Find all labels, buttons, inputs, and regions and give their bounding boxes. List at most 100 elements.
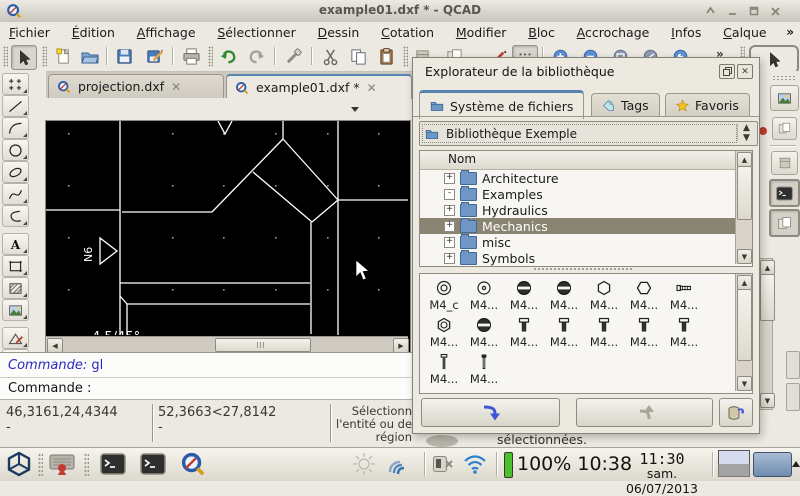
brightness-icon[interactable] [352,452,376,476]
scroll-up-arrow[interactable]: ▲ [737,152,752,167]
toolbar-handle[interactable] [3,46,8,67]
part-item[interactable]: M4... [584,279,624,312]
insert-part-button[interactable] [421,398,560,427]
line-tool[interactable] [2,95,29,117]
redo-button[interactable] [244,45,268,68]
tab-example01[interactable]: example01.dxf * ✕ [226,74,412,99]
qcad-launcher-icon[interactable] [180,451,206,477]
circle-tool[interactable] [2,139,29,161]
vscroll-thumb[interactable] [737,289,752,361]
scroll-up-arrow[interactable]: ▲ [737,275,752,290]
part-item[interactable]: M4... [424,316,464,349]
dialog-splitter[interactable] [533,267,633,272]
tab-projection[interactable]: projection.dxf ✕ [48,74,224,98]
canvas-hscrollbar[interactable]: ◀ ▶ [46,336,409,353]
part-item[interactable]: M4... [504,316,544,349]
block-list-button[interactable] [771,151,798,175]
part-item[interactable]: M4... [544,316,584,349]
taskbar-clock[interactable]: 11:30 sam. 06/07/2013 [612,450,712,496]
menu-affichage[interactable]: Affichage [128,22,205,42]
library-browser-button[interactable] [772,117,797,140]
close-button[interactable] [768,4,783,18]
minimize-button[interactable] [725,4,740,18]
part-item[interactable]: M4... [464,316,504,349]
command-input[interactable]: Commande : [8,381,91,396]
maximize-button[interactable] [747,4,762,18]
partial-panel-button[interactable] [786,383,800,411]
view-menu-arrow[interactable] [351,107,359,112]
menu-fichier[interactable]: Fichier [0,22,59,42]
new-file-button[interactable] [51,45,75,68]
undo-button[interactable] [216,45,240,68]
text-tool[interactable] [2,233,29,255]
menu-accrochage[interactable]: Accrochage [568,22,659,42]
cut-button[interactable] [318,45,342,68]
expander-icon[interactable]: + [444,236,455,248]
spline-tool[interactable] [2,183,29,205]
dimension-tool[interactable] [2,327,29,349]
up-directory-button[interactable] [576,398,713,427]
part-item[interactable]: M4... [504,279,544,312]
battery-indicator[interactable] [504,452,513,478]
combo-spinner[interactable]: ▲ ▼ [737,123,755,143]
scroll-right-arrow[interactable]: ▶ [393,338,409,353]
part-item[interactable]: M4... [424,353,464,386]
polyline-tool[interactable] [2,205,29,227]
signal-strength-icon[interactable] [386,452,412,476]
tree-item-architecture[interactable]: + Architecture [420,169,735,186]
app-launcher-cube-icon[interactable] [6,451,32,477]
scroll-up-arrow[interactable]: ▲ [760,260,775,275]
dock-handle[interactable] [772,75,796,80]
menu-dessin[interactable]: Dessin [309,22,369,42]
library-select-combo[interactable]: Bibliothèque Exemple ▲ ▼ [419,121,758,146]
hscroll-thumb[interactable] [215,338,311,352]
refresh-library-button[interactable] [719,398,753,427]
expander-icon[interactable]: + [444,252,455,264]
grid-vscrollbar[interactable]: ▲ ▼ [735,274,752,391]
vscroll-thumb[interactable] [760,274,775,321]
tree-item-mechanics[interactable]: + Mechanics [420,217,735,234]
device-settings-icon[interactable] [432,454,454,474]
paste-button[interactable] [374,45,398,68]
scroll-left-arrow[interactable]: ◀ [47,338,63,353]
tab-close-icon[interactable]: ✕ [171,80,181,94]
menu-modifier[interactable]: Modifier [447,22,516,42]
window-titlebar[interactable]: example01.dxf * - QCAD [0,0,800,23]
save-button[interactable] [112,45,136,68]
part-item[interactable]: M4... [544,279,584,312]
part-item[interactable]: M4... [464,279,504,312]
part-item[interactable]: M4... [664,279,704,312]
terminal-launcher-icon-2[interactable] [140,452,166,476]
dialog-float-button[interactable] [719,64,735,79]
copy-button[interactable] [346,45,370,68]
part-item[interactable]: M4... [624,316,664,349]
shade-button[interactable] [703,4,718,18]
scroll-down-arrow[interactable]: ▼ [737,249,752,264]
part-item[interactable]: M4_c [424,279,464,312]
arc-tool[interactable] [2,117,29,139]
menu-edition[interactable]: Édition [63,22,124,42]
desktop-pager-workspace-1[interactable] [718,450,750,465]
toolbar-handle[interactable] [42,46,47,67]
command-line-toggle-button[interactable] [769,179,800,207]
part-item[interactable]: M4... [584,316,624,349]
dialog-tab-tags[interactable]: Tags [591,93,660,117]
eraser-button[interactable] [281,45,305,68]
drawing-canvas[interactable]: N6 4,5/45° ◀ ▶ [45,120,411,354]
menu-overflow-chevron[interactable]: » [786,25,794,39]
viewport-tool[interactable] [2,255,29,277]
part-item[interactable]: M4... [624,279,664,312]
tab-close-icon[interactable]: ✕ [367,81,377,95]
wifi-icon[interactable] [462,453,488,475]
desktop-pager-workspace-2[interactable] [718,464,750,477]
hardware-manager-icon[interactable] [48,451,76,477]
print-preview-button[interactable] [179,45,203,68]
scroll-down-arrow[interactable]: ▼ [737,376,752,391]
expander-icon[interactable]: + [444,172,455,184]
dialog-close-button[interactable]: ✕ [737,64,753,79]
tree-item-hydraulics[interactable]: + Hydraulics [420,201,735,218]
dialog-tab-favorites[interactable]: Favoris [665,93,750,117]
property-editor-button[interactable] [770,85,799,111]
toolbar-handle[interactable] [208,46,213,67]
terminal-launcher-icon[interactable] [100,452,126,476]
